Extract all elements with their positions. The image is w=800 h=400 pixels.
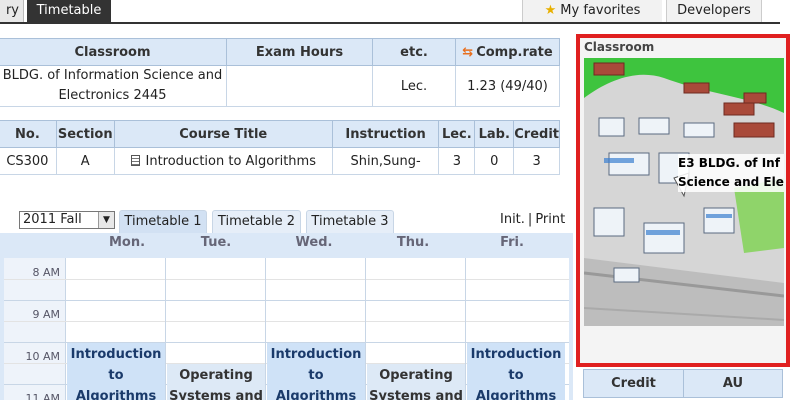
header-instruction: Instruction	[331, 120, 440, 148]
tab-timetable-2-label: Timetable 2	[217, 214, 296, 229]
grid-line	[4, 279, 569, 280]
campus-map-graphic	[584, 58, 784, 326]
cell-classroom: BLDG. of Information Science and Electro…	[0, 65, 227, 107]
header-comp-rate[interactable]: ⇆ Comp.rate	[455, 38, 560, 66]
grid-line	[4, 321, 569, 322]
semester-value: 2011 Fall	[23, 212, 82, 227]
cell-lab: 0	[474, 147, 515, 175]
header-credit-summary: Credit	[583, 369, 684, 398]
cell-instruction: Shin,Sung-	[331, 147, 440, 175]
course-block-tue[interactable]: Operating Systems and	[167, 364, 265, 400]
map-title: Classroom	[584, 40, 655, 54]
time-label-10am: 10 AM	[25, 350, 60, 363]
tab-timetable-2[interactable]: Timetable 2	[212, 210, 301, 234]
classroom-map-panel: Classroom E3 BLDG. of Inf Science and El…	[576, 34, 790, 367]
header-au: AU	[683, 369, 783, 398]
tab-timetable-label: Timetable	[36, 3, 102, 18]
timetable-actions: Init. | Print	[500, 212, 565, 227]
cell-lec: 3	[438, 147, 476, 175]
cell-exam-hours	[226, 65, 373, 107]
tab-timetable-1-label: Timetable 1	[124, 214, 202, 229]
my-favorites-label: My favorites	[560, 3, 641, 18]
cell-comp-rate: 1.23 (49/40)	[455, 65, 560, 107]
cell-credit: 3	[513, 147, 560, 175]
course-title-label: Introduction to Algorithms	[145, 153, 316, 169]
course-block-fri[interactable]: Introduction to Algorithms	[467, 343, 565, 400]
header-section: Section	[55, 120, 115, 148]
map-label-line1: E3 BLDG. of Inf	[678, 156, 780, 170]
tab-timetable-3-label: Timetable 3	[311, 214, 389, 229]
init-link[interactable]: Init.	[500, 212, 525, 227]
cell-no: CS300	[0, 147, 57, 175]
developers-link[interactable]: Developers	[666, 0, 762, 22]
topbar-divider	[0, 22, 780, 24]
print-link[interactable]: Print	[535, 212, 565, 227]
table-row[interactable]: CS300 A Introduction to Algorithms Shin,…	[0, 147, 560, 175]
header-lec: Lec.	[438, 120, 476, 148]
chevron-down-icon[interactable]: ▼	[98, 212, 114, 228]
grid-line	[4, 300, 569, 301]
cell-etc: Lec.	[372, 65, 456, 107]
header-etc: etc.	[372, 38, 456, 66]
grid-column-divider	[465, 258, 466, 400]
time-label-8am: 8 AM	[32, 266, 60, 279]
day-header-wed: Wed.	[295, 235, 333, 250]
campus-map-image[interactable]: E3 BLDG. of Inf Science and Ele	[584, 58, 784, 326]
header-credit: Credit	[513, 120, 560, 148]
table-row: BLDG. of Information Science and Electro…	[0, 65, 560, 107]
header-exam-hours: Exam Hours	[226, 38, 373, 66]
grid-column-divider	[265, 258, 266, 400]
course-block-mon[interactable]: Introduction to Algorithms	[67, 343, 165, 400]
header-comp-rate-label: Comp.rate	[476, 44, 553, 60]
tab-timetable-1[interactable]: Timetable 1	[119, 210, 207, 234]
tab-history[interactable]: ry	[0, 0, 24, 22]
map-building-label: E3 BLDG. of Inf Science and Ele	[678, 154, 784, 192]
grid-column-divider	[365, 258, 366, 400]
my-favorites-link[interactable]: ★ My favorites	[522, 0, 662, 22]
star-icon: ★	[544, 3, 557, 18]
header-lab: Lab.	[474, 120, 515, 148]
course-table: No. Section Course Title Instruction Lec…	[0, 120, 560, 175]
day-header-fri: Fri.	[500, 235, 524, 250]
day-header-mon: Mon.	[108, 235, 146, 250]
course-block-wed[interactable]: Introduction to Algorithms	[267, 343, 365, 400]
developers-label: Developers	[677, 3, 751, 18]
tab-timetable-3[interactable]: Timetable 3	[306, 210, 394, 234]
map-label-line2: Science and Ele	[678, 175, 784, 189]
day-header-tue: Tue.	[200, 235, 232, 250]
header-course-title: Course Title	[113, 120, 333, 148]
course-block-thu[interactable]: Operating Systems and	[367, 364, 465, 400]
grid-column-divider	[165, 258, 166, 400]
classroom-table: Classroom Exam Hours etc. ⇆ Comp.rate BLD…	[0, 38, 560, 107]
header-classroom: Classroom	[0, 38, 227, 66]
header-no: No.	[0, 120, 57, 148]
tab-history-label: ry	[5, 3, 19, 18]
top-navigation: ry Timetable ★ My favorites Developers	[0, 0, 800, 24]
time-label-9am: 9 AM	[32, 308, 60, 321]
time-label-11am: 11 AM	[25, 392, 60, 400]
semester-select[interactable]: 2011 Fall ▼	[19, 211, 115, 229]
link-separator: |	[527, 212, 533, 227]
tab-timetable[interactable]: Timetable	[27, 0, 111, 22]
refresh-icon[interactable]: ⇆	[462, 45, 473, 60]
credit-summary-table: Credit AU	[583, 369, 783, 398]
day-header-thu: Thu.	[396, 235, 430, 250]
cell-course-title[interactable]: Introduction to Algorithms	[113, 147, 333, 175]
cell-section: A	[55, 147, 115, 175]
document-icon[interactable]	[130, 154, 140, 166]
